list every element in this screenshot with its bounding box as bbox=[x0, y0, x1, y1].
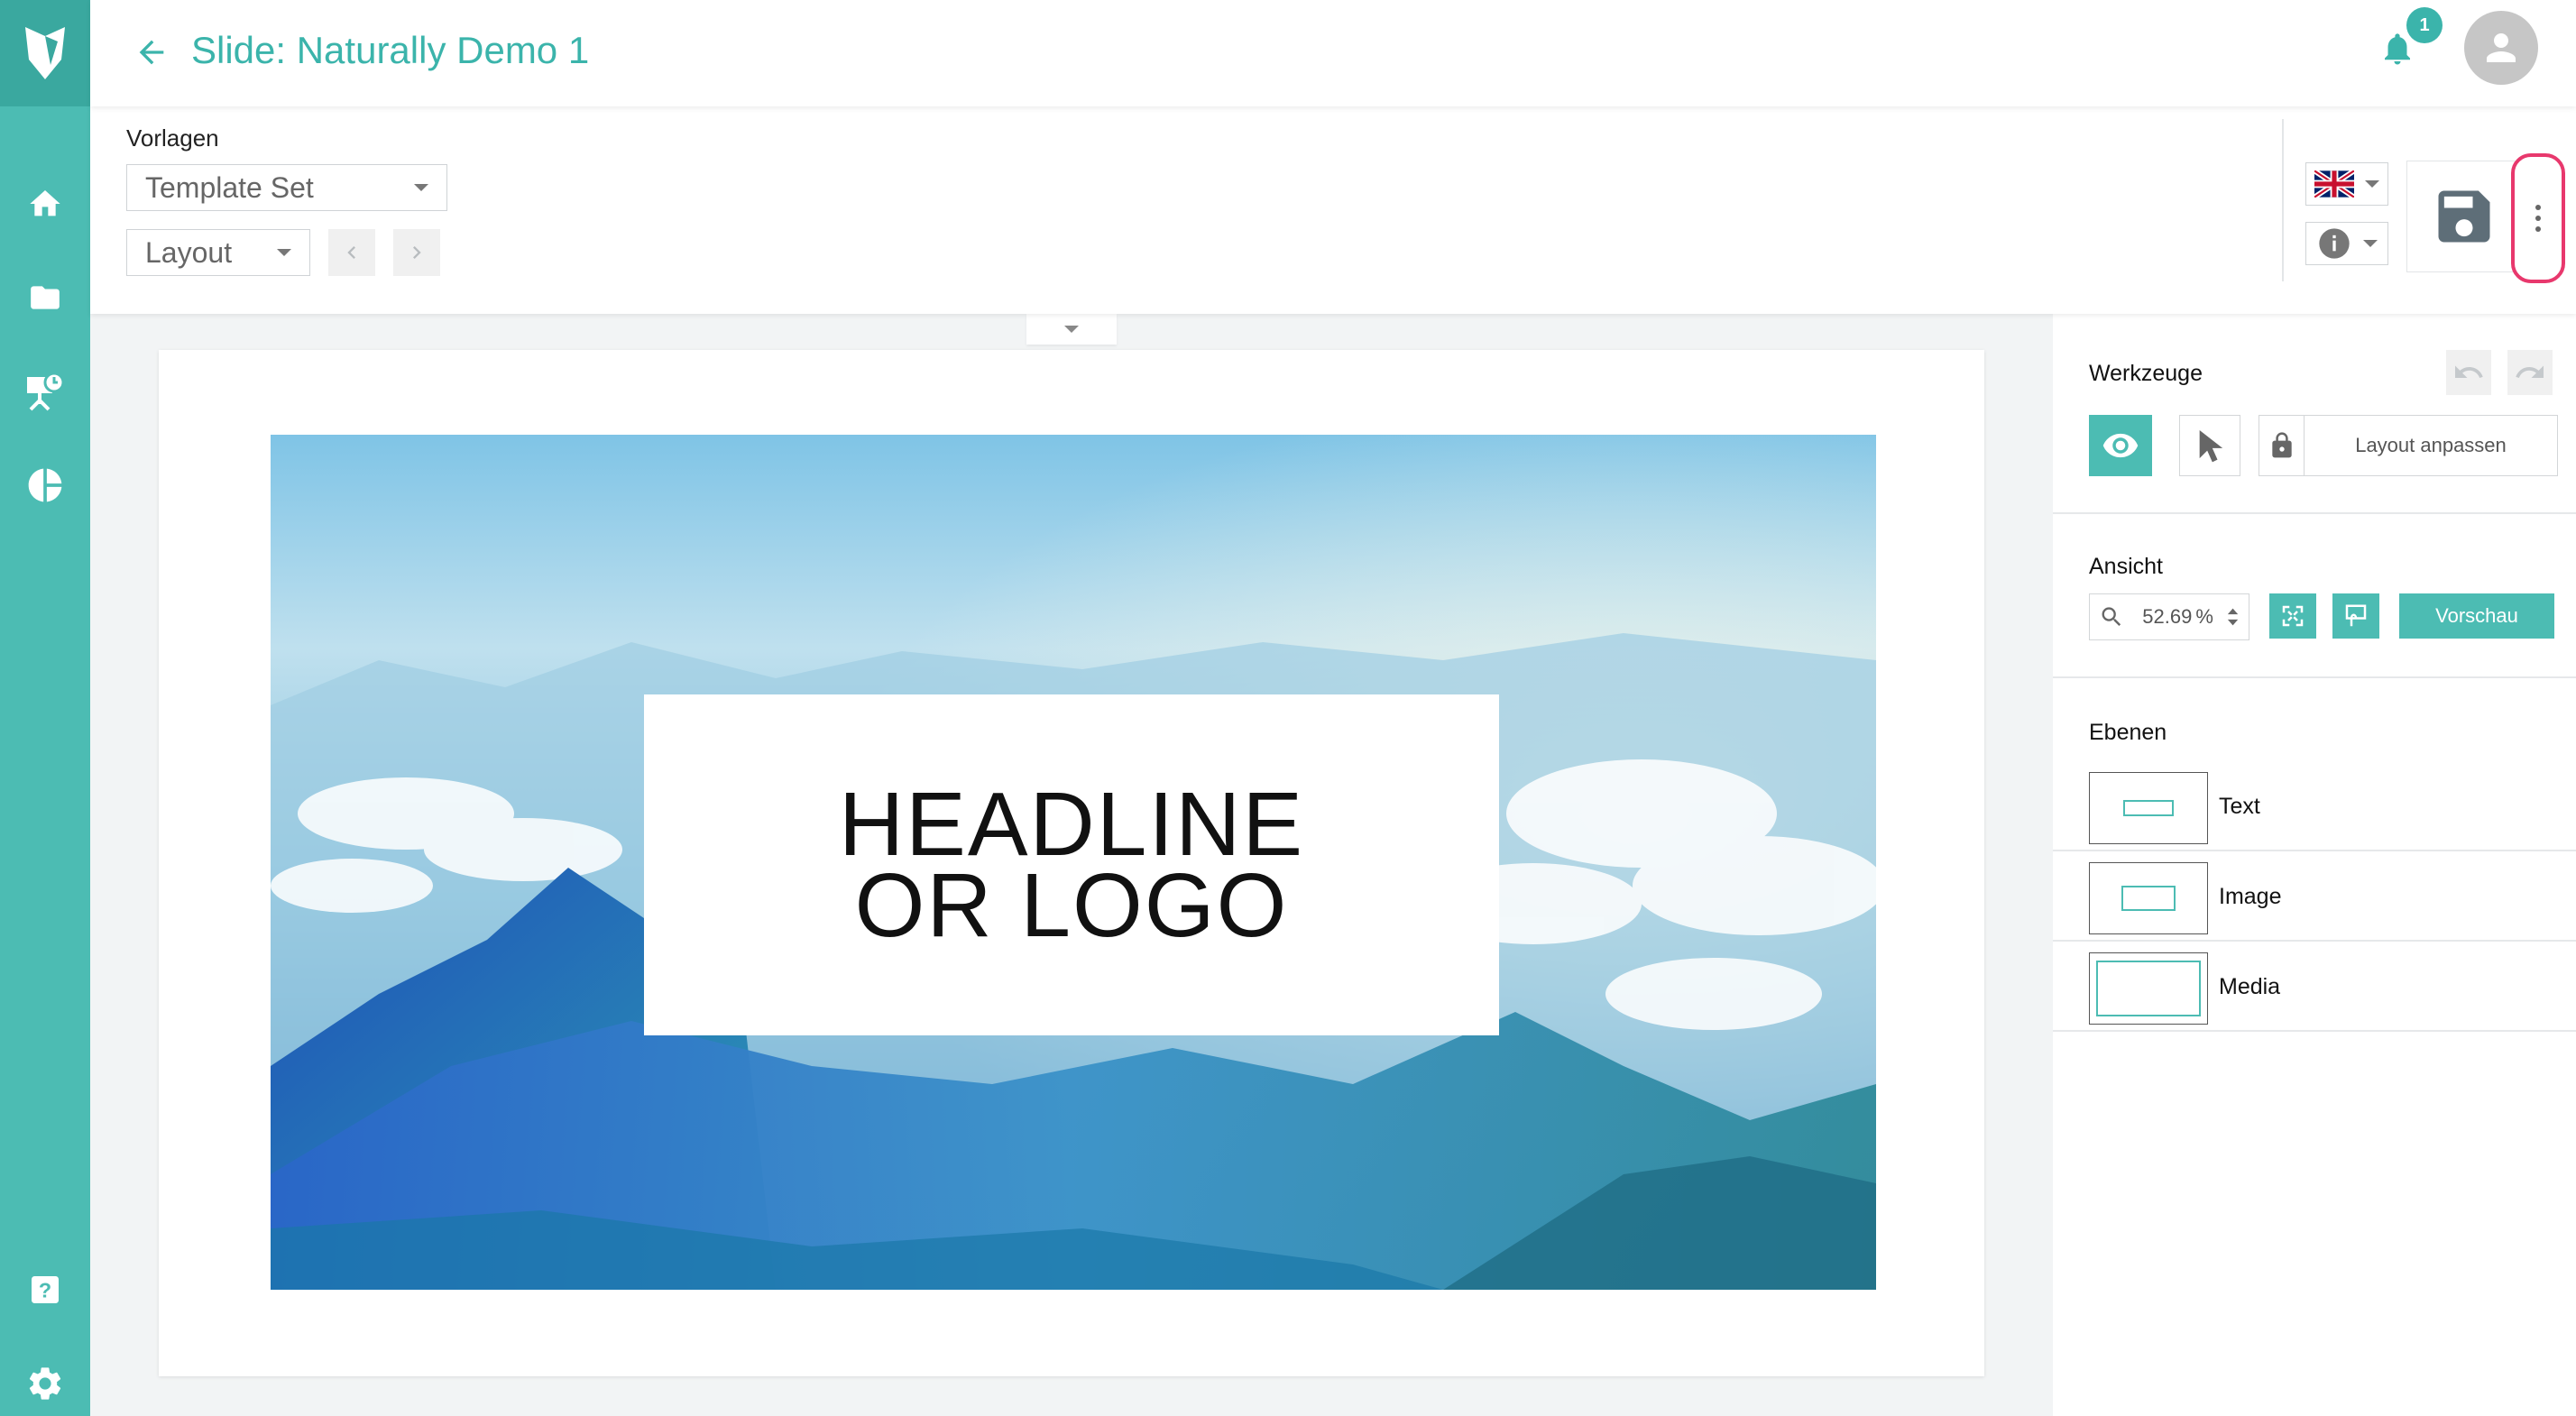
image-layer-icon bbox=[2121, 886, 2176, 911]
section-divider bbox=[2053, 512, 2576, 514]
chevron-down-icon bbox=[277, 249, 291, 256]
section-divider bbox=[2053, 676, 2576, 678]
ansicht-heading: Ansicht bbox=[2089, 554, 2163, 579]
tools-panel: Werkzeuge Layout anpassen Ansicht 52.69 … bbox=[2053, 314, 2576, 1416]
back-arrow-icon[interactable] bbox=[126, 27, 177, 78]
svg-text:?: ? bbox=[39, 1278, 51, 1301]
headline-text: HEADLINE OR LOGO bbox=[838, 774, 1305, 956]
layer-thumbnail bbox=[2089, 772, 2208, 844]
presentation-pointer-icon bbox=[2345, 604, 2367, 627]
zoom-input[interactable]: 52.69 % bbox=[2089, 593, 2249, 640]
headline-line-1: HEADLINE bbox=[838, 774, 1305, 875]
language-select[interactable] bbox=[2305, 162, 2388, 206]
layout-anpassen-label: Layout anpassen bbox=[2355, 434, 2507, 456]
slide-background-image[interactable]: HEADLINE OR LOGO bbox=[271, 435, 1876, 1290]
sidebar: ? bbox=[0, 0, 90, 1416]
media-layer-icon bbox=[2096, 961, 2201, 1016]
present-button[interactable] bbox=[2332, 593, 2379, 639]
layer-label: Image bbox=[2219, 884, 2282, 909]
zoom-unit: % bbox=[2195, 605, 2213, 628]
vorschau-button[interactable]: Vorschau bbox=[2399, 593, 2554, 639]
layout-anpassen-button[interactable]: Layout anpassen bbox=[2259, 415, 2558, 476]
lock-icon bbox=[2259, 416, 2305, 475]
fit-screen-icon bbox=[2282, 605, 2304, 627]
chevron-down-icon bbox=[414, 184, 428, 191]
layer-image[interactable]: Image bbox=[2053, 851, 2576, 942]
eye-icon bbox=[2102, 433, 2139, 458]
headline-line-2: OR LOGO bbox=[854, 855, 1289, 956]
layer-thumbnail bbox=[2089, 862, 2208, 934]
pie-chart-icon[interactable] bbox=[0, 458, 90, 512]
ebenen-heading: Ebenen bbox=[2089, 720, 2167, 745]
notification-badge: 1 bbox=[2406, 7, 2443, 43]
more-options-button[interactable] bbox=[2511, 153, 2565, 283]
redo-button[interactable] bbox=[2507, 350, 2553, 395]
template-toolbar: Vorlagen Template Set Layout bbox=[90, 106, 2576, 314]
chevron-down-icon bbox=[1064, 326, 1079, 333]
stepper-arrows-icon[interactable] bbox=[2226, 603, 2240, 630]
slide-canvas: HEADLINE OR LOGO bbox=[159, 350, 1984, 1376]
prev-layout-button[interactable] bbox=[328, 229, 375, 276]
template-set-select[interactable]: Template Set bbox=[126, 164, 447, 211]
search-icon bbox=[2102, 607, 2121, 627]
redo-icon bbox=[2516, 365, 2544, 378]
page-title: Slide: Naturally Demo 1 bbox=[191, 29, 590, 71]
collapse-toolbar-toggle[interactable] bbox=[1026, 314, 1117, 345]
presentation-icon[interactable] bbox=[0, 364, 90, 418]
uk-flag-icon bbox=[2314, 170, 2354, 198]
layout-value: Layout bbox=[145, 236, 233, 269]
layer-text[interactable]: Text bbox=[2053, 761, 2576, 851]
layer-label: Media bbox=[2219, 974, 2281, 999]
undo-icon bbox=[2455, 365, 2483, 378]
layer-media[interactable]: Media bbox=[2053, 942, 2576, 1032]
app-logo[interactable] bbox=[0, 0, 90, 106]
select-tool-button[interactable] bbox=[2179, 415, 2240, 476]
user-avatar[interactable] bbox=[2464, 11, 2538, 85]
settings-icon[interactable] bbox=[0, 1356, 90, 1411]
cursor-icon bbox=[2199, 430, 2223, 463]
save-icon bbox=[2438, 190, 2490, 243]
info-icon bbox=[2319, 228, 2350, 259]
fit-screen-button[interactable] bbox=[2269, 593, 2316, 639]
template-set-value: Template Set bbox=[145, 171, 314, 204]
help-icon[interactable]: ? bbox=[0, 1263, 90, 1317]
chevron-down-icon bbox=[2363, 240, 2378, 247]
view-mode-button[interactable] bbox=[2089, 415, 2152, 476]
werkzeuge-heading: Werkzeuge bbox=[2089, 361, 2203, 386]
more-vertical-icon bbox=[2535, 205, 2541, 232]
zoom-value: 52.69 bbox=[2142, 605, 2193, 628]
headline-placeholder-box[interactable]: HEADLINE OR LOGO bbox=[644, 694, 1499, 1035]
undo-button[interactable] bbox=[2446, 350, 2491, 395]
info-select[interactable] bbox=[2305, 222, 2388, 265]
next-layout-button[interactable] bbox=[393, 229, 440, 276]
save-button[interactable] bbox=[2406, 161, 2522, 272]
home-icon[interactable] bbox=[0, 177, 90, 231]
toolbar-divider bbox=[2282, 119, 2284, 281]
layout-select[interactable]: Layout bbox=[126, 229, 310, 276]
layer-thumbnail bbox=[2089, 952, 2208, 1025]
layer-label: Text bbox=[2219, 794, 2260, 819]
chevron-down-icon bbox=[2365, 180, 2379, 188]
folder-icon[interactable] bbox=[0, 271, 90, 325]
text-layer-icon bbox=[2123, 800, 2174, 816]
top-bar: Slide: Naturally Demo 1 1 bbox=[90, 0, 2576, 106]
vorlagen-label: Vorlagen bbox=[126, 124, 219, 152]
